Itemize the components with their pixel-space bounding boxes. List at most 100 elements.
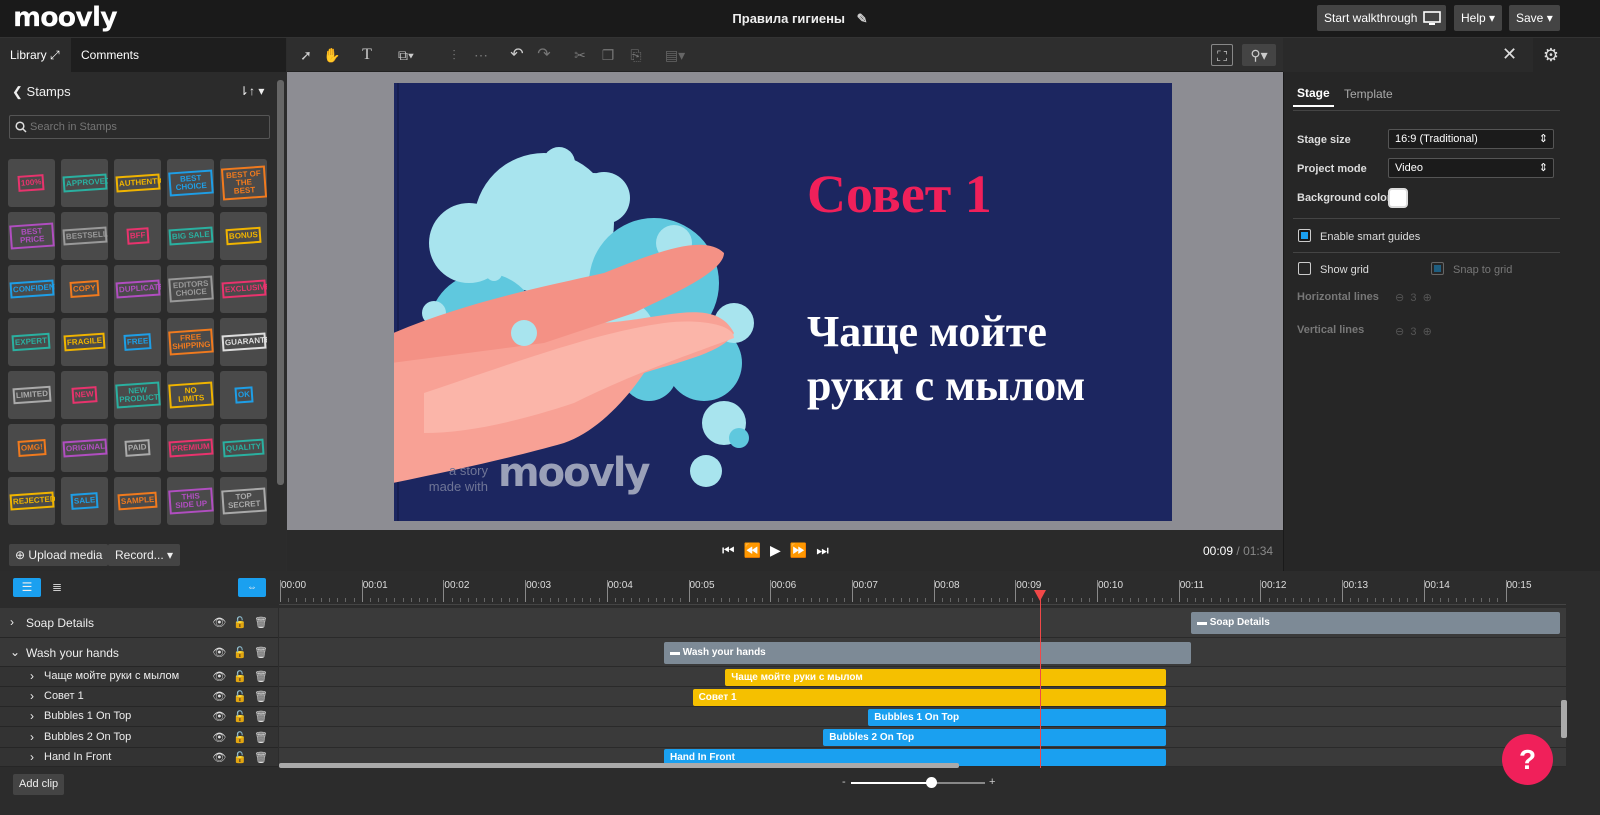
stamp-item[interactable]: FRAGILE [61, 318, 108, 366]
trash-icon[interactable]: 🗑 [254, 617, 268, 629]
text-tool-icon[interactable]: T [356, 44, 378, 66]
stage-body-text[interactable]: Чаще мойте руки с мылом [807, 305, 1085, 413]
stamp-item[interactable]: TOP SECRET [220, 477, 267, 525]
zoom-menu-button[interactable]: ⚲▾ [1242, 44, 1276, 66]
chevron-right-icon[interactable]: › [30, 709, 34, 723]
sort-button[interactable]: ⇂↑ ▾ [239, 84, 264, 98]
stamp-item[interactable]: NO LIMITS [167, 371, 214, 419]
chevron-right-icon[interactable]: › [30, 669, 34, 683]
stamp-item[interactable]: EXCLUSIVE [220, 265, 267, 313]
trash-icon[interactable]: 🗑 [254, 732, 268, 744]
compact-view-icon[interactable]: ≣ [43, 578, 71, 597]
project-title[interactable]: Правила гигиены [732, 11, 845, 26]
timeline-clip[interactable]: Bubbles 1 On Top [868, 708, 1167, 726]
help-menu-button[interactable]: Help ▾ [1454, 5, 1503, 31]
record-button[interactable]: Record... ▾ [108, 544, 181, 566]
background-color-swatch[interactable] [1388, 188, 1408, 208]
list-view-icon[interactable]: ☰ [13, 578, 41, 597]
start-walkthrough-button[interactable]: Start walkthrough [1317, 5, 1425, 31]
playhead-handle[interactable] [1033, 590, 1046, 601]
timeline-clip[interactable]: Чаще мойте руки с мылом [725, 668, 1167, 686]
timeline-layer-row[interactable]: › Чаще мойте руки с мылом 👁 🔓 🗑 [0, 667, 278, 687]
stamps-scrollbar[interactable] [277, 80, 284, 485]
zoom-out-label[interactable]: - [842, 776, 846, 788]
arrange-icon[interactable]: ▤▾ [660, 44, 690, 66]
stage-size-select[interactable]: 16:9 (Traditional) ⇕ [1388, 129, 1554, 149]
plus-icon[interactable]: ⊕ [1423, 292, 1432, 304]
stamp-item[interactable]: NEW [61, 371, 108, 419]
lock-icon[interactable]: 🔓 [233, 691, 247, 703]
lock-icon[interactable]: 🔓 [233, 617, 247, 629]
upload-media-button[interactable]: ⊕ Upload media [9, 544, 109, 566]
stamp-item[interactable]: BEST PRICE [8, 212, 55, 260]
timeline-layer-row[interactable]: › Hand In Front 👁 🔓 🗑 [0, 748, 278, 767]
timeline-vscrollbar[interactable] [1561, 700, 1567, 738]
timeline-layer-row[interactable]: › Совет 1 👁 🔓 🗑 [0, 687, 278, 707]
save-menu-button[interactable]: Save ▾ [1509, 5, 1560, 31]
timeline-layer-row[interactable]: › Soap Details 👁 🔓 🗑 [0, 608, 278, 638]
stamp-item[interactable]: QUALITY [220, 424, 267, 472]
cut-icon[interactable]: ✂ [569, 44, 591, 66]
edit-title-icon[interactable]: ✎ [857, 11, 868, 27]
stamp-item[interactable]: THIS SIDE UP [167, 477, 214, 525]
stamps-search-box[interactable] [9, 115, 270, 139]
settings-gear-icon[interactable]: ⚙ [1534, 38, 1568, 72]
preview-monitor-button[interactable] [1418, 5, 1446, 31]
stamp-item[interactable]: OK [220, 371, 267, 419]
eye-icon[interactable]: 👁 [212, 617, 226, 629]
stamp-item[interactable]: PAID [114, 424, 161, 472]
expand-icon[interactable]: ⤢ [50, 48, 60, 62]
redo-icon[interactable]: ↷ [533, 44, 555, 66]
stamp-item[interactable]: LIMITED [8, 371, 55, 419]
eye-icon[interactable]: 👁 [212, 671, 226, 683]
fit-timeline-icon[interactable]: ⇔ [238, 578, 266, 597]
stamp-item[interactable]: BONUS [220, 212, 267, 260]
tab-template[interactable]: Template [1344, 87, 1393, 101]
timeline-hscrollbar[interactable] [279, 763, 959, 768]
tools-cross-icon[interactable]: ✕ [1502, 44, 1517, 65]
smart-guides-checkbox[interactable] [1298, 229, 1311, 242]
timeline-layer-row[interactable]: › Bubbles 1 On Top 👁 🔓 🗑 [0, 707, 278, 727]
stamp-item[interactable]: OMG! [8, 424, 55, 472]
timeline-layer-row[interactable]: › Bubbles 2 On Top 👁 🔓 🗑 [0, 727, 278, 748]
snap-grid-checkbox[interactable] [1431, 262, 1444, 275]
timeline-clip[interactable]: ▬ Wash your hands [663, 641, 1191, 664]
stamps-back[interactable]: ❮ Stamps [12, 84, 71, 100]
fast-forward-icon[interactable]: ⏩ [790, 542, 816, 558]
chevron-down-icon[interactable]: ⌄ [10, 645, 20, 659]
stamp-item[interactable]: DUPLICATE [114, 265, 161, 313]
timeline-clip[interactable]: Bubbles 2 On Top [823, 729, 1167, 746]
stamp-item[interactable]: GUARANTEED [220, 318, 267, 366]
play-icon[interactable]: ▶ [770, 542, 790, 558]
lock-icon[interactable]: 🔓 [233, 711, 247, 723]
stamp-item[interactable]: ORIGINAL [61, 424, 108, 472]
stamp-item[interactable]: FREE [114, 318, 161, 366]
shapes-tool-icon[interactable]: ⧉▾ [390, 44, 422, 66]
stamp-item[interactable]: SAMPLE [114, 477, 161, 525]
stage-heading[interactable]: Совет 1 [807, 163, 992, 225]
show-grid-checkbox[interactable] [1298, 262, 1311, 275]
help-bubble-button[interactable]: ? [1502, 734, 1553, 785]
lock-icon[interactable]: 🔓 [233, 752, 247, 764]
align-vertical-icon[interactable]: ⫶ [443, 44, 465, 66]
tab-stage[interactable]: Stage [1293, 86, 1334, 107]
vertical-lines-stepper[interactable]: ⊖ 3 ⊕ [1395, 325, 1432, 338]
trash-icon[interactable]: 🗑 [254, 691, 268, 703]
stamp-item[interactable]: REJECTED [8, 477, 55, 525]
stamp-item[interactable]: CONFIDENTIAL [8, 265, 55, 313]
stamp-item[interactable]: AUTHENTIC [114, 159, 161, 207]
eye-icon[interactable]: 👁 [212, 732, 226, 744]
rewind-icon[interactable]: ⏪ [744, 542, 770, 558]
plus-icon[interactable]: ⊕ [1423, 326, 1432, 338]
timeline-clip[interactable]: ▬ Soap Details [1190, 612, 1560, 634]
stage[interactable]: Совет 1 Чаще мойте руки с мылом a story … [394, 83, 1172, 521]
add-clip-button[interactable]: Add clip [13, 774, 65, 795]
skip-start-icon[interactable]: ⏮ [722, 542, 744, 558]
eye-icon[interactable]: 👁 [212, 752, 226, 764]
stamp-item[interactable]: BEST OF THE BEST [220, 159, 267, 207]
hand-pan-icon[interactable]: ✋ [321, 44, 343, 66]
stamp-item[interactable]: NEW PRODUCT [114, 371, 161, 419]
stamp-item[interactable]: SALE [61, 477, 108, 525]
paste-icon[interactable]: ⎘ [625, 44, 647, 66]
lock-icon[interactable]: 🔓 [233, 647, 247, 659]
